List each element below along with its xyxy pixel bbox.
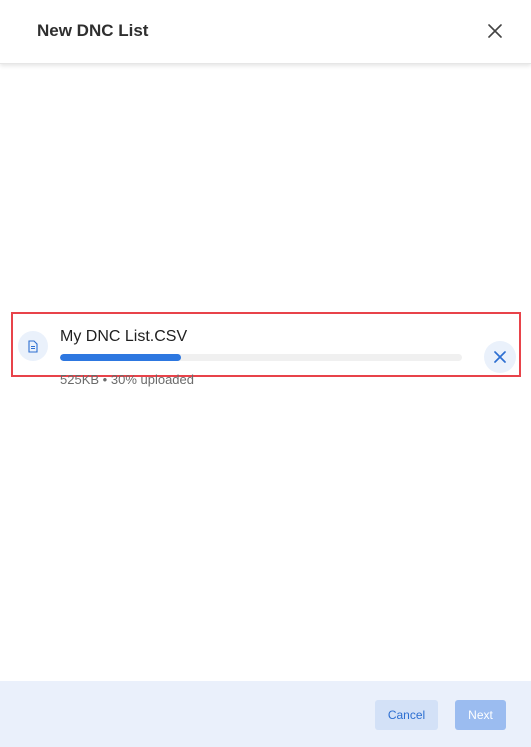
file-document-icon [28, 339, 38, 353]
file-icon-badge [18, 331, 48, 361]
new-dnc-list-dialog: New DNC List My DNC List.CSV 525KB • 30%… [0, 0, 531, 747]
remove-x-icon [494, 351, 506, 363]
remove-file-button[interactable] [484, 341, 516, 373]
file-upload-item: My DNC List.CSV 525KB • 30% uploaded [11, 312, 521, 387]
dialog-title: New DNC List [37, 21, 149, 40]
file-name: My DNC List.CSV [60, 328, 188, 345]
next-button[interactable]: Next [455, 700, 506, 730]
upload-progress-fill [60, 354, 181, 361]
upload-status: 30% uploaded [110, 372, 194, 387]
close-icon [488, 24, 502, 38]
meta-separator: • [102, 372, 108, 387]
cancel-button[interactable]: Cancel [375, 700, 438, 730]
dialog-footer: Cancel Next [0, 681, 531, 747]
dialog-header: New DNC List [0, 0, 531, 64]
file-size: 525KB [60, 372, 100, 387]
close-button[interactable] [483, 19, 507, 43]
file-meta: 525KB • 30% uploaded [60, 372, 194, 387]
upload-progress-bar [60, 354, 462, 361]
